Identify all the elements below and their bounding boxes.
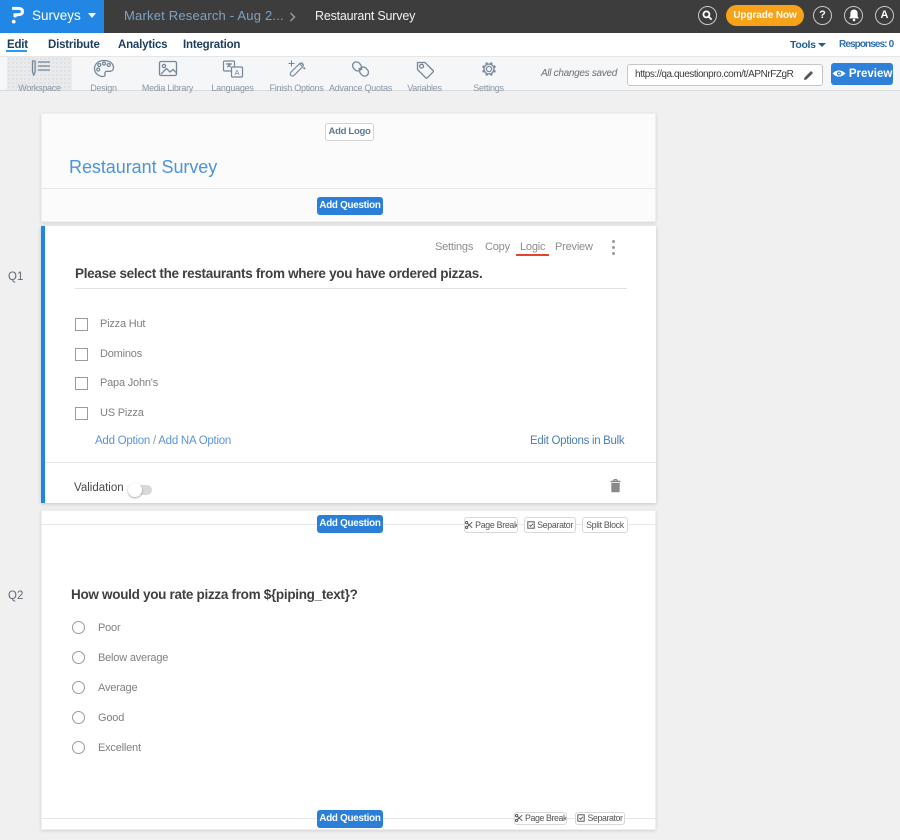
svg-text:A: A (234, 68, 239, 77)
